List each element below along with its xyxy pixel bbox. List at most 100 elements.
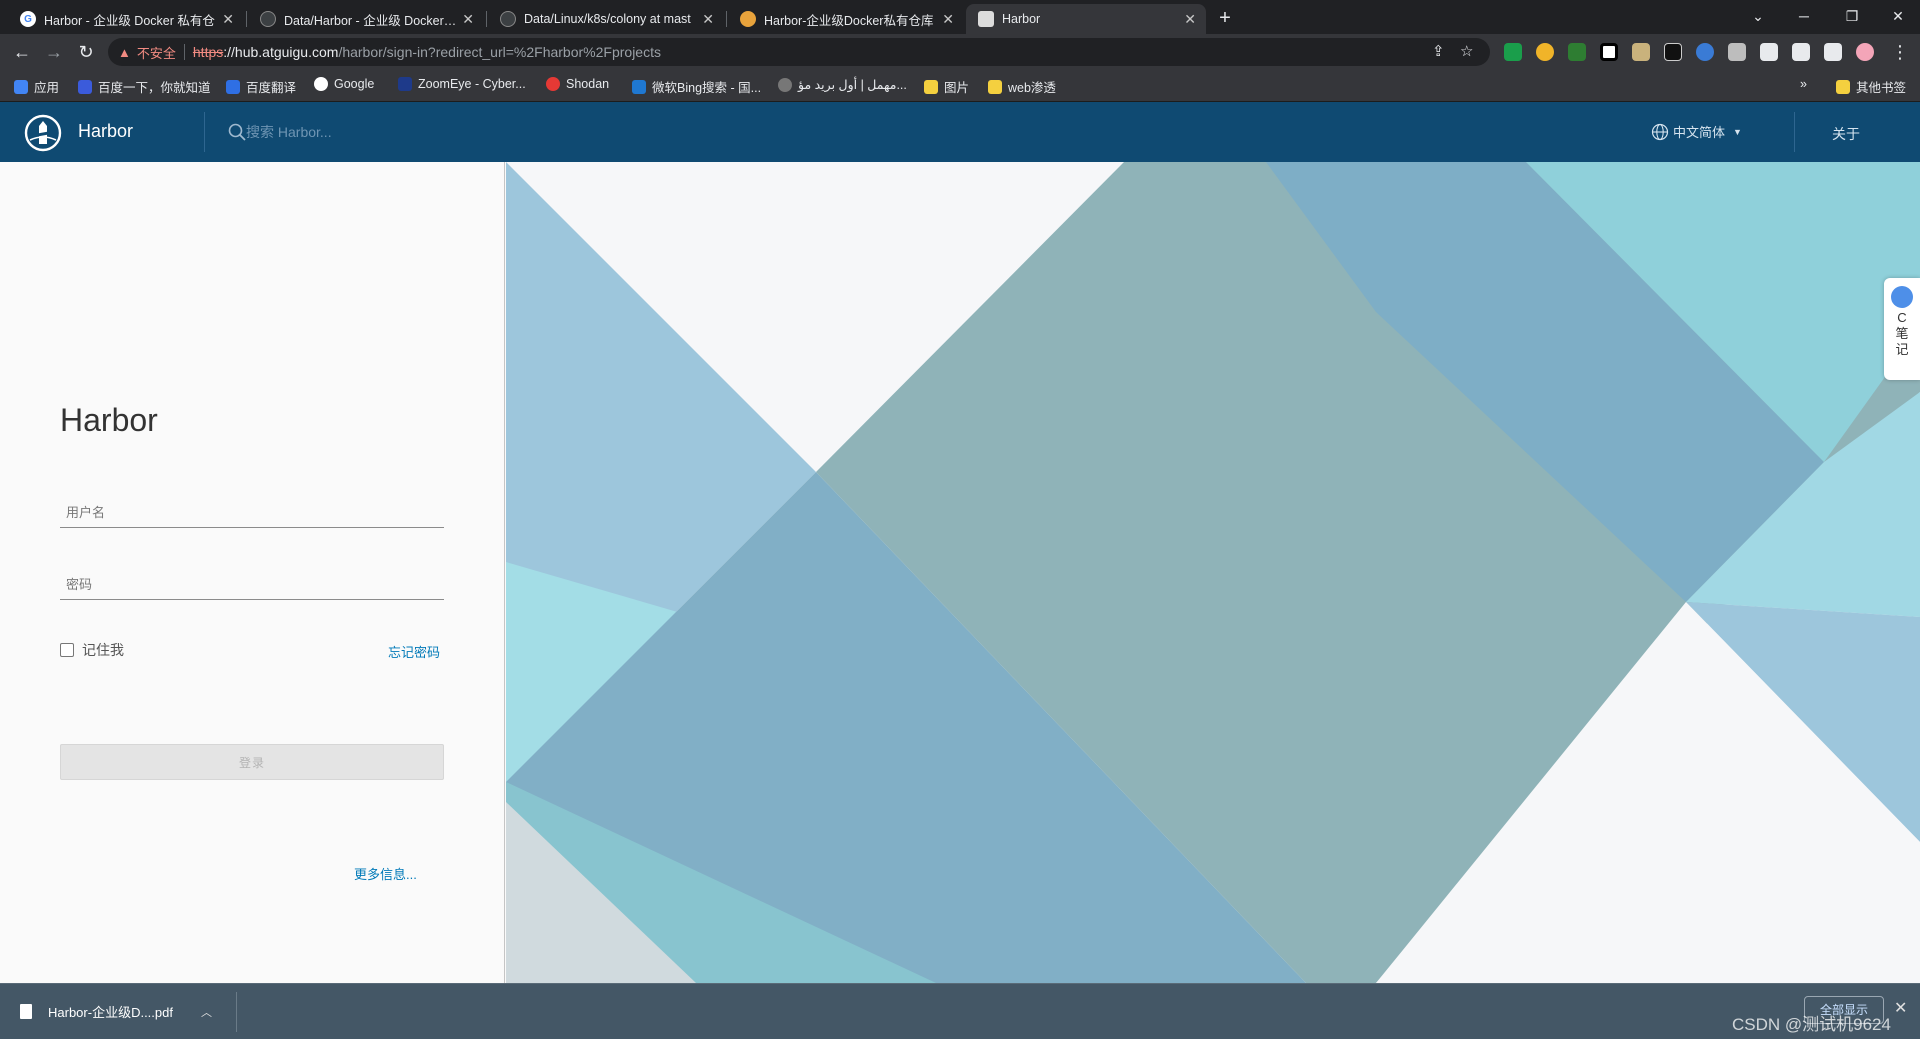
close-tab-icon[interactable]: ✕: [942, 11, 954, 28]
password-input[interactable]: [60, 570, 444, 599]
more-info-link[interactable]: 更多信息...: [354, 864, 417, 883]
back-button[interactable]: ←: [10, 40, 34, 64]
at-sign-icon: [778, 77, 792, 92]
extension-image-icon[interactable]: [1632, 43, 1650, 61]
close-tab-icon[interactable]: ✕: [462, 11, 474, 28]
chevron-up-icon[interactable]: ︿: [201, 1004, 212, 1020]
search-icon[interactable]: [228, 123, 246, 141]
bookmark-folder-web[interactable]: web渗透: [988, 77, 1056, 96]
profile-avatar[interactable]: [1856, 43, 1874, 61]
extension-t-icon[interactable]: [1504, 43, 1522, 61]
zoomeye-icon: [398, 77, 412, 91]
extension-square-icon[interactable]: [1600, 43, 1618, 61]
url-host: ://hub.atguigu.com: [223, 44, 339, 60]
extension-globe-icon[interactable]: [1536, 43, 1554, 61]
reading-list-icon[interactable]: [1792, 43, 1810, 61]
browser-tab-3[interactable]: Data/Linux/k8s/colony at mast ✕: [488, 4, 724, 34]
bookmark-zoomeye[interactable]: ZoomEye - Cyber...: [398, 77, 526, 91]
bookmark-star-icon[interactable]: ☆: [1460, 42, 1473, 60]
extensions-puzzle-icon[interactable]: [1760, 43, 1778, 61]
url-path: /harbor/sign-in?redirect_url=%2Fharbor%2…: [338, 44, 661, 60]
new-tab-button[interactable]: +: [1212, 6, 1238, 32]
github-favicon-icon: [260, 11, 276, 27]
security-status: 不安全: [136, 45, 176, 61]
address-bar[interactable]: ▲ 不安全 https://hub.atguigu.com/harbor/sig…: [108, 38, 1490, 66]
url-scheme: https: [192, 44, 224, 60]
password-field[interactable]: [60, 570, 444, 600]
login-panel: Harbor 记住我 忘记密码 登录 更多信息...: [0, 162, 505, 983]
minimize-window-button[interactable]: ─: [1784, 4, 1824, 28]
about-link[interactable]: 关于: [1832, 124, 1860, 144]
notes-side-widget[interactable]: C笔记: [1884, 278, 1920, 380]
tab-title: Data/Harbor - 企业级 Docker 私: [284, 13, 457, 28]
login-title: Harbor: [60, 402, 158, 438]
tab-search-icon[interactable]: ⌄: [1738, 4, 1778, 28]
remember-me-label: 记住我: [82, 642, 124, 658]
globe-icon: [1651, 123, 1669, 140]
geometric-background-image: [506, 162, 1920, 983]
apps-grid-icon: [14, 79, 28, 94]
tab-title: Harbor-企业级Docker私有仓库: [764, 13, 934, 28]
forgot-password-link[interactable]: 忘记密码: [388, 642, 440, 661]
github-favicon-icon: [500, 11, 516, 27]
google-favicon-icon: G: [20, 11, 36, 27]
side-panel-icon[interactable]: [1824, 43, 1842, 61]
tab-title: Harbor - 企业级 Docker 私有仓: [44, 13, 215, 28]
header-divider: [204, 112, 205, 152]
username-input[interactable]: [60, 498, 444, 527]
header-divider: [1794, 112, 1795, 152]
browser-tab-4[interactable]: Harbor-企业级Docker私有仓库 ✕: [728, 4, 964, 34]
login-button[interactable]: 登录: [60, 744, 444, 780]
bookmark-apps[interactable]: 应用: [14, 77, 59, 96]
warning-icon: ▲: [118, 44, 131, 60]
login-background-art: [506, 162, 1920, 983]
bookmark-folder-images[interactable]: 图片: [924, 77, 969, 96]
bookmark-google[interactable]: Google: [314, 77, 374, 91]
extension-e-icon[interactable]: [1664, 43, 1682, 61]
folder-icon: [924, 79, 938, 94]
extension-compass-icon[interactable]: [1696, 43, 1714, 61]
close-tab-icon[interactable]: ✕: [1184, 11, 1196, 28]
notes-icon: [1891, 286, 1913, 308]
extension-book-icon[interactable]: [1728, 43, 1746, 61]
harbor-logo-icon[interactable]: [24, 114, 62, 152]
checkbox-box[interactable]: [60, 643, 74, 657]
brand-name[interactable]: Harbor: [78, 121, 133, 142]
browser-menu-icon[interactable]: ⋮: [1888, 40, 1912, 64]
username-field[interactable]: [60, 498, 444, 528]
browser-tab-1[interactable]: G Harbor - 企业级 Docker 私有仓 ✕: [8, 4, 244, 34]
bing-icon: [632, 79, 646, 94]
pdf-file-icon: [20, 1004, 32, 1019]
bookmark-bing[interactable]: 微软Bing搜索 - 国...: [632, 77, 761, 96]
download-item[interactable]: Harbor-企业级D....pdf ︿: [20, 1002, 212, 1021]
bookmark-other[interactable]: 其他书签: [1836, 77, 1906, 96]
bookmark-baidu[interactable]: 百度一下，你就知道: [78, 77, 211, 96]
bookmark-baidu-translate[interactable]: 百度翻译: [226, 77, 296, 96]
close-tab-icon[interactable]: ✕: [702, 11, 714, 28]
close-download-bar-icon[interactable]: ✕: [1894, 998, 1907, 1018]
bookmark-more-icon[interactable]: »: [1800, 77, 1807, 91]
google-icon: [314, 77, 328, 91]
csdn-watermark: CSDN @测试机9624: [1732, 1015, 1891, 1034]
restore-window-button[interactable]: ❐: [1832, 4, 1872, 28]
translate-icon: [226, 79, 240, 94]
browser-tab-2[interactable]: Data/Harbor - 企业级 Docker 私 ✕: [248, 4, 484, 34]
remember-me-checkbox[interactable]: 记住我: [60, 640, 124, 660]
search-input[interactable]: [246, 120, 506, 144]
download-filename: Harbor-企业级D....pdf: [48, 1005, 173, 1020]
language-label: 中文简体: [1673, 125, 1726, 140]
bookmark-shodan[interactable]: Shodan: [546, 77, 609, 91]
browser-tab-5-active[interactable]: Harbor ✕: [966, 4, 1206, 34]
shodan-icon: [546, 77, 560, 91]
forward-button[interactable]: →: [42, 40, 66, 64]
bookmark-mail[interactable]: مهمل | أول بريد مؤ...: [778, 77, 907, 92]
notes-label: C笔记: [1895, 310, 1909, 357]
language-selector[interactable]: 中文简体 ▼: [1651, 122, 1742, 141]
share-icon[interactable]: ⇪: [1432, 42, 1445, 60]
extension-on-icon[interactable]: [1568, 43, 1586, 61]
close-tab-icon[interactable]: ✕: [222, 11, 234, 28]
reload-button[interactable]: ↻: [74, 40, 98, 64]
close-window-button[interactable]: ✕: [1878, 4, 1918, 28]
download-bar: Harbor-企业级D....pdf ︿ 全部显示 ✕: [0, 983, 1920, 1039]
download-divider: [236, 992, 237, 1032]
